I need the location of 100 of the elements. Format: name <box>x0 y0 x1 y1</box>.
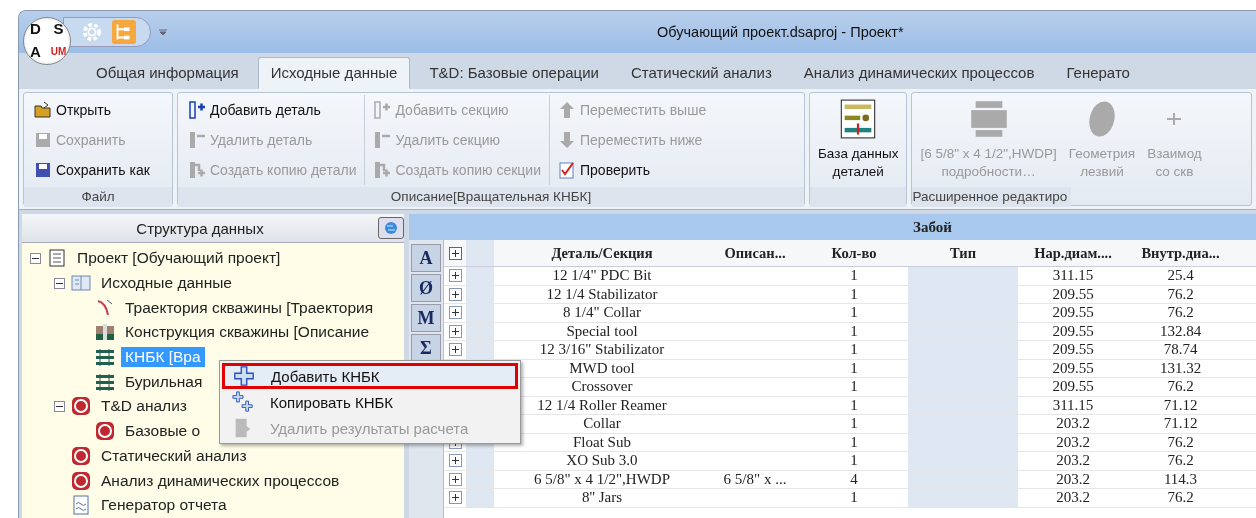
table-cell-text: 71.12 <box>1162 415 1199 433</box>
tree-item[interactable]: Бурильная <box>121 371 207 392</box>
row-indicator-cell <box>466 240 494 266</box>
table-cell-text: Special tool <box>565 322 639 340</box>
tree-item[interactable]: T&D анализ <box>97 396 191 417</box>
tree-item[interactable]: Статический анализ <box>97 445 251 466</box>
expand-icon[interactable] <box>448 324 462 338</box>
globe-icon[interactable] <box>378 217 404 239</box>
ribbon-button[interactable]: Проверить <box>554 155 711 185</box>
table-cell-text: 114.3 <box>1162 470 1199 488</box>
bha-icon <box>95 371 115 392</box>
tree-item[interactable]: Генератор отчета <box>97 495 231 516</box>
table-cell-text: 6 5/8" x 4 1/2",HWDP <box>533 470 671 488</box>
plus-icon <box>232 391 254 413</box>
expand-icon[interactable] <box>448 269 462 283</box>
ribbon-button[interactable]: Открыть <box>30 95 154 125</box>
tree-item[interactable]: Проект [Обучающий проект] <box>73 248 285 269</box>
pipe-icon <box>968 99 1009 139</box>
window-title: Обучающий проект.dsaproj - Проект* <box>657 24 904 40</box>
ribbon-tab[interactable]: Статический анализ <box>617 57 785 89</box>
table-cell-text: 1 <box>849 452 859 470</box>
column-header[interactable]: Описан... <box>710 240 800 266</box>
ribbon-tab[interactable]: Генерато <box>1053 57 1143 89</box>
add-icon <box>188 101 206 119</box>
collapse-icon[interactable] <box>54 400 65 412</box>
side-tool-button[interactable]: M <box>411 304 441 332</box>
table-cell-text: 76.2 <box>1166 378 1195 396</box>
column-header[interactable]: Нар.диам.... <box>1018 240 1128 266</box>
dropdown-icon[interactable] <box>159 28 167 36</box>
table-cell-text: 76.2 <box>1166 433 1195 451</box>
app-logo[interactable]: D S A UM <box>23 17 71 65</box>
table-cell-text: 131.32 <box>1158 359 1203 377</box>
ribbon-button[interactable]: Добавить деталь <box>184 95 361 125</box>
side-tool-button[interactable]: Σ <box>411 334 441 362</box>
table-cell-text: 1 <box>849 433 859 451</box>
table-cell-text: 311.15 <box>1051 267 1095 285</box>
table-cell-text: 1 <box>849 341 859 359</box>
column-header[interactable]: Кол-во <box>800 240 908 266</box>
copy-icon <box>188 161 206 179</box>
add-icon <box>373 101 392 119</box>
tree-item[interactable]: Траектория скважины [Траектория <box>121 297 378 318</box>
menu-item[interactable]: Копировать КНБК <box>222 389 518 415</box>
table-cell-text: 203.2 <box>1055 415 1091 433</box>
column-header[interactable]: Тип <box>908 240 1018 266</box>
analysis-icon <box>71 445 91 466</box>
group-caption: Описание[Вращательная КНБК] <box>390 189 592 204</box>
save-icon <box>34 131 52 149</box>
table-cell-text: 1 <box>849 359 859 377</box>
expand-icon[interactable] <box>448 472 462 486</box>
tree-item[interactable]: Конструкция скважины [Описание <box>121 322 374 343</box>
expand-icon[interactable] <box>448 287 462 301</box>
plus-icon <box>1167 112 1182 126</box>
tree-item[interactable]: Исходные данные <box>97 273 236 294</box>
collapse-icon[interactable] <box>54 277 65 289</box>
table-cell-text: 1 <box>849 489 859 507</box>
ribbon-tab[interactable]: Анализ динамических процессов <box>790 57 1048 89</box>
group-caption: Расширенное редактиро <box>912 189 1068 204</box>
tree-item[interactable]: Базовые о <box>121 421 205 442</box>
report-icon <box>71 495 91 516</box>
table-cell-text: 311.15 <box>1051 396 1095 414</box>
check-icon <box>558 161 576 179</box>
table-cell-text: 209.55 <box>1051 378 1095 396</box>
data-icon <box>71 273 91 294</box>
construction-icon <box>95 322 115 343</box>
side-tool-button[interactable]: Ø <box>411 274 441 302</box>
column-header[interactable]: Внутр.диа... <box>1128 240 1233 266</box>
analysis-icon <box>71 470 91 491</box>
expand-icon[interactable] <box>448 306 462 320</box>
expand-icon[interactable] <box>448 454 462 468</box>
table-cell-text: 71.12 <box>1162 396 1199 414</box>
side-tool-button[interactable]: A <box>411 244 441 272</box>
table-cell-text: 12 1/4" PDC Bit <box>551 267 653 285</box>
up-icon <box>558 101 576 119</box>
table-cell-text: 8'' Jars <box>581 489 623 507</box>
remove-icon <box>188 131 206 149</box>
table-cell-text: MWD tool <box>568 359 636 377</box>
open-icon <box>34 101 52 119</box>
expand-icon[interactable] <box>448 343 462 357</box>
table-cell-text: 203.2 <box>1055 452 1091 470</box>
collapse-icon[interactable] <box>30 252 41 264</box>
table-cell-text: 132.84 <box>1158 322 1203 340</box>
table-cell-text: 1 <box>849 285 859 303</box>
menu-item[interactable]: Добавить КНБК <box>222 363 518 389</box>
ribbon-tab[interactable]: Исходные данные <box>257 57 411 89</box>
expand-icon[interactable] <box>448 491 462 505</box>
table-cell-text: 1 <box>849 415 859 433</box>
panel-title: Структура данных <box>135 219 265 237</box>
column-header[interactable]: Деталь/Секция <box>494 240 710 266</box>
remove-icon <box>373 131 392 149</box>
tree-item[interactable]: Анализ динамических процессов <box>97 470 344 491</box>
ribbon-tab[interactable]: T&D: Базовые операции <box>416 57 612 89</box>
ribbon-tab[interactable]: Общая информация <box>83 57 252 89</box>
project-icon <box>47 248 67 269</box>
table-cell-text: 76.2 <box>1166 452 1195 470</box>
table-cell-text: 76.2 <box>1166 285 1195 303</box>
ribbon-button[interactable]: Сохранить как <box>30 155 154 185</box>
expand-icon[interactable] <box>448 246 462 260</box>
ribbon-large-button[interactable]: База данных деталей <box>812 95 905 185</box>
table-cell-text: 25.4 <box>1166 267 1195 285</box>
table-cell-text: 1 <box>849 304 859 322</box>
